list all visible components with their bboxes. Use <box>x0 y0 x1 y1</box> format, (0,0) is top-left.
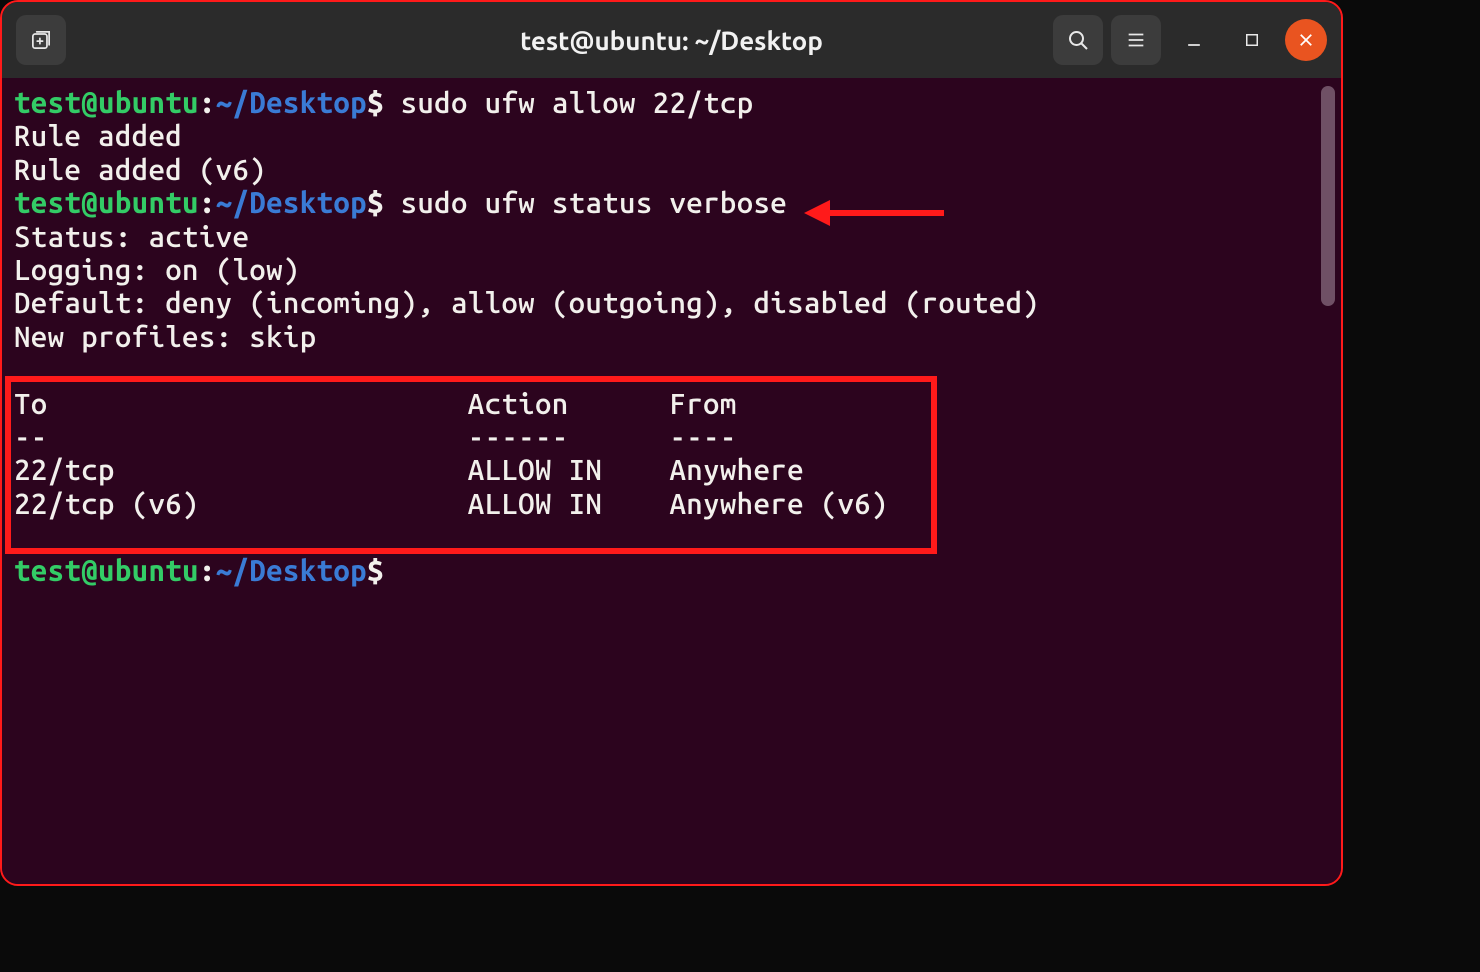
prompt-cwd: ~/Desktop <box>216 186 367 219</box>
prompt-sep: : <box>199 86 216 119</box>
output-line: New profiles: skip <box>14 320 317 353</box>
search-button[interactable] <box>1053 15 1103 65</box>
output-line: Default: deny (incoming), allow (outgoin… <box>14 286 1039 319</box>
prompt-cwd: ~/Desktop <box>216 554 367 587</box>
titlebar-right-group <box>1053 15 1327 65</box>
prompt-user: test@ubuntu <box>14 186 199 219</box>
scrollbar-thumb[interactable] <box>1321 86 1335 306</box>
terminal-text: test@ubuntu:~/Desktop$ sudo ufw allow 22… <box>14 86 1341 587</box>
hamburger-menu-button[interactable] <box>1111 15 1161 65</box>
table-separator: -- ------ ---- <box>14 420 737 453</box>
command-1: sudo ufw allow 22/tcp <box>384 86 754 119</box>
prompt-user: test@ubuntu <box>14 86 199 119</box>
output-line: Rule added <box>14 119 182 152</box>
maximize-button[interactable] <box>1227 15 1277 65</box>
terminal-window: test@ubuntu: ~/Desktop <box>0 0 1343 886</box>
output-line: Status: active <box>14 220 249 253</box>
prompt-sep: : <box>199 186 216 219</box>
table-row: 22/tcp ALLOW IN Anywhere <box>14 453 804 486</box>
prompt-symbol: $ <box>367 554 384 587</box>
table-header: To Action From <box>14 387 737 420</box>
titlebar: test@ubuntu: ~/Desktop <box>2 2 1341 78</box>
prompt-sep: : <box>199 554 216 587</box>
prompt-cwd: ~/Desktop <box>216 86 367 119</box>
output-line: Rule added (v6) <box>14 153 266 186</box>
prompt-user: test@ubuntu <box>14 554 199 587</box>
prompt-symbol: $ <box>367 186 384 219</box>
terminal-output[interactable]: test@ubuntu:~/Desktop$ sudo ufw allow 22… <box>2 78 1341 884</box>
command-2: sudo ufw status verbose <box>384 186 787 219</box>
minimize-button[interactable] <box>1169 15 1219 65</box>
prompt-symbol: $ <box>367 86 384 119</box>
output-blank <box>14 520 31 553</box>
close-button[interactable] <box>1285 19 1327 61</box>
output-blank <box>14 353 31 386</box>
output-line: Logging: on (low) <box>14 253 300 286</box>
table-row: 22/tcp (v6) ALLOW IN Anywhere (v6) <box>14 487 888 520</box>
new-tab-button[interactable] <box>16 15 66 65</box>
